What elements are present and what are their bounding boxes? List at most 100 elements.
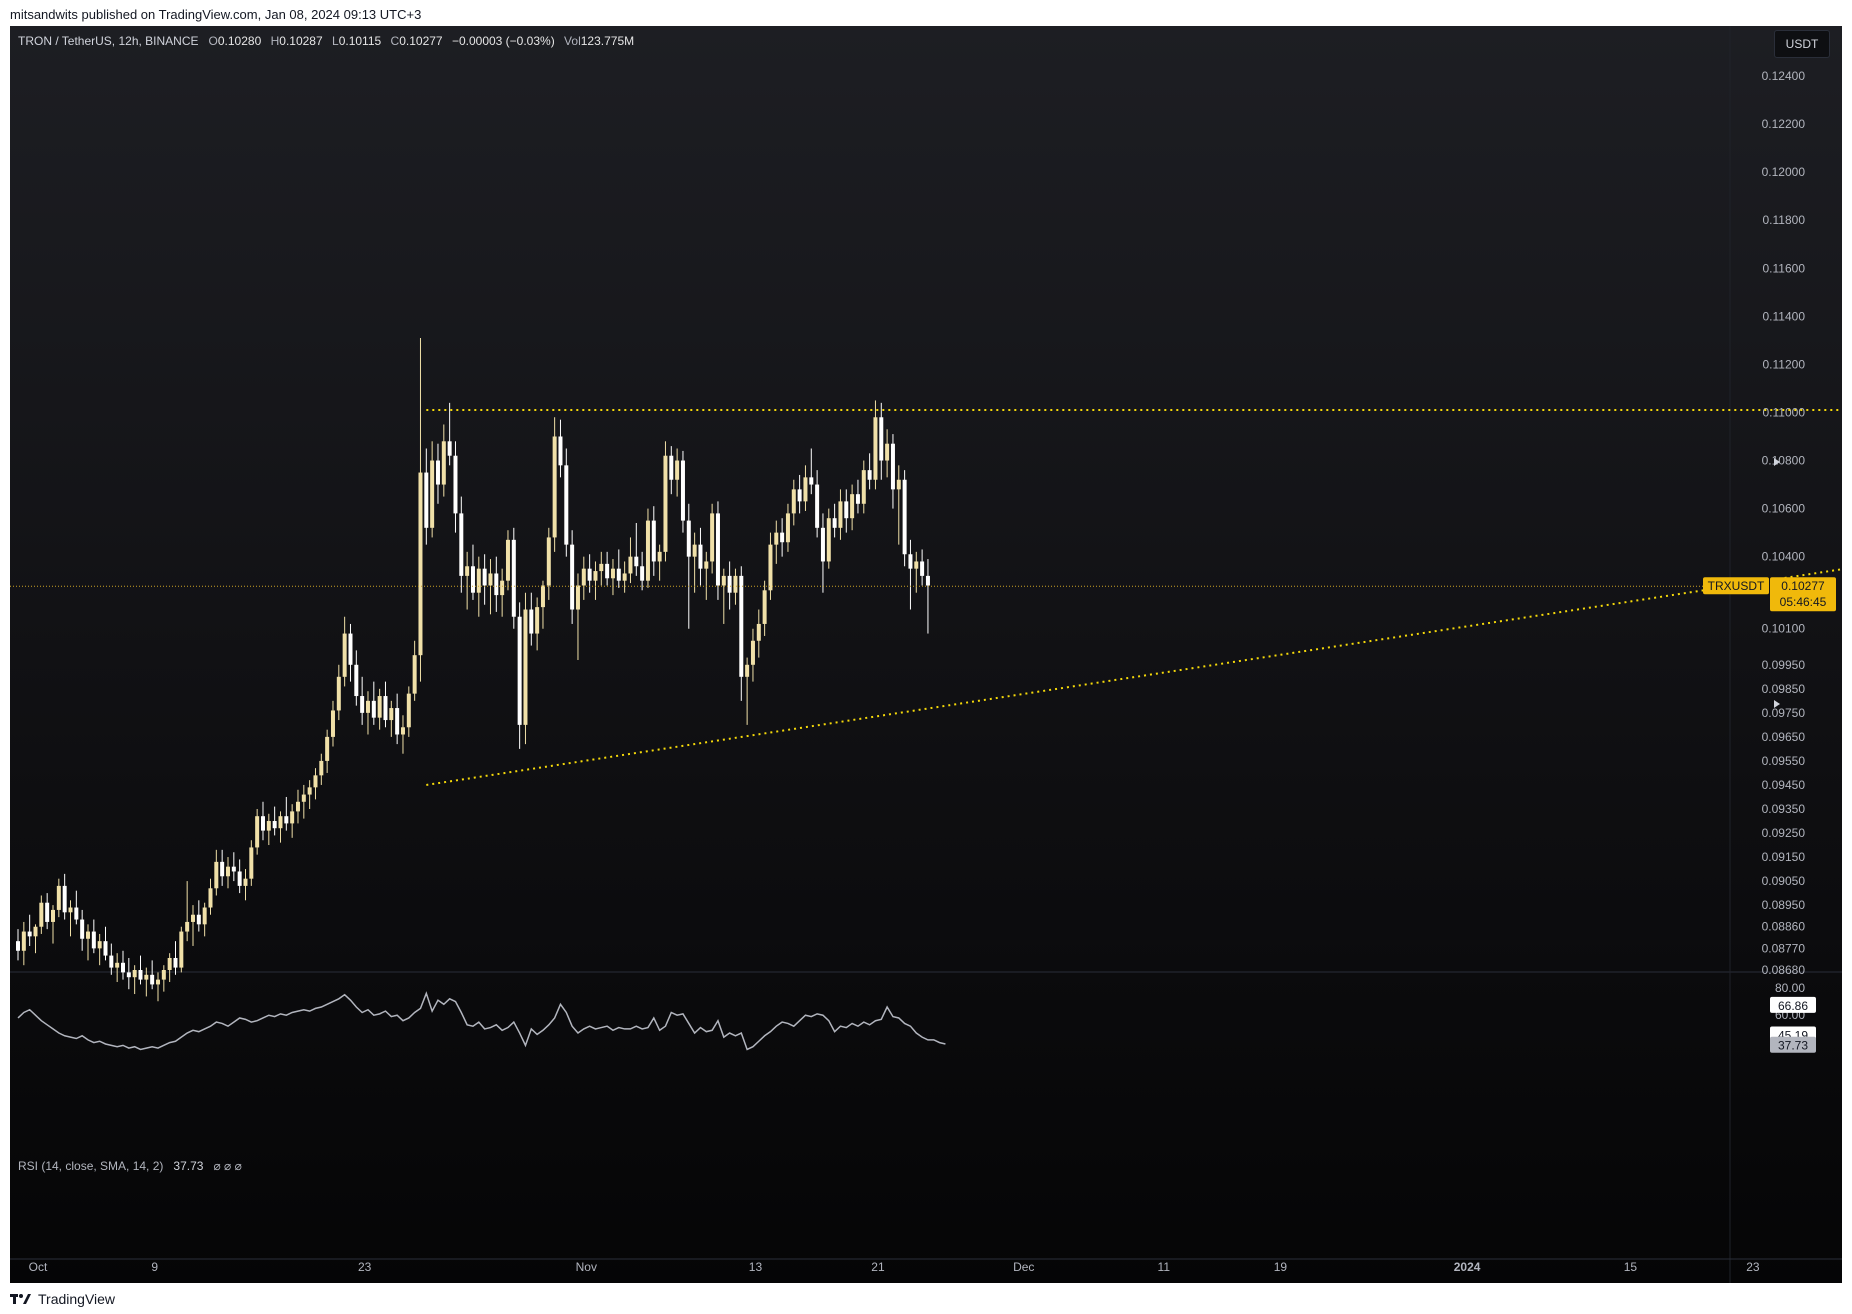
candle-body [669,455,674,480]
candle-body [435,460,440,485]
candle-body [220,861,225,877]
candle-body [115,962,120,968]
candle-body [307,787,312,795]
currency-selector[interactable]: USDT [1774,30,1830,58]
candle-body [167,957,172,970]
candle-body [74,907,79,920]
candle-body [342,633,347,677]
price-axis-label: 0.12000 [1762,165,1806,179]
candle-body [745,664,750,677]
candle-body [202,907,207,925]
candle-body [727,575,732,593]
candle-body [16,941,20,951]
time-axis-label: Nov [576,1260,597,1274]
tradingview-logo-icon [10,1294,31,1304]
candle-body [587,568,592,581]
candle-body [360,696,365,713]
candle-body [640,566,645,581]
volume-value: 123.775M [580,34,635,48]
candle-body [768,544,773,591]
candle-body [494,573,499,596]
footer-brand[interactable]: TradingView [10,1284,115,1314]
candle-body [850,494,855,519]
low-value: 0.10115 [338,34,382,48]
candle-body [710,513,715,562]
rsi-tag-text: 66.86 [1778,999,1808,1013]
candle-body [733,575,738,593]
candle-body [103,941,108,956]
candle-body [150,974,155,985]
candle-body [459,513,464,576]
candle-body [680,460,685,521]
countdown-tag-text: 05:46:45 [1780,595,1827,609]
candle-body [756,623,761,641]
chart-svg[interactable]: 0.12400 0.12200 0.12000 0.11800 0.11600 0.114… [10,26,1842,1283]
candle-body [447,441,452,456]
candle-body [295,801,300,812]
price-axis-label: 0.09650 [1762,730,1806,744]
candle-body [301,794,306,802]
time-axis-label: 13 [749,1260,763,1274]
candle-body [400,727,405,735]
candle-body [406,693,411,728]
open-label: O [208,34,218,48]
candle-body [266,821,271,831]
candle-body [290,811,295,824]
price-axis-label: 0.10800 [1762,454,1806,468]
candle-body [704,561,709,569]
candle-body [803,477,808,502]
candle-body [867,470,872,480]
price-axis-label: 0.10100 [1762,622,1806,636]
candle-body [395,708,400,735]
candle-body [540,585,545,608]
candle-body [844,501,849,519]
time-axis-label: 9 [151,1260,158,1274]
candle-body [249,847,254,879]
candle-body [225,866,230,877]
candle-body [780,532,785,543]
volume-label: Vol [564,34,581,48]
candle-body [692,544,697,557]
price-axis-label: 0.08860 [1762,920,1806,934]
candle-body [190,914,195,922]
candle-body [325,736,330,761]
high-label: H [270,34,280,48]
candle-body [785,513,790,543]
candle-body [39,902,44,927]
time-axis-label: 15 [1624,1260,1638,1274]
candle-body [179,931,184,968]
candle-body [185,921,190,932]
candle-body [237,871,242,886]
rsi-line [17,991,946,1051]
candle-body [645,520,650,581]
low-label: L [332,34,339,48]
candle-body [564,465,569,545]
chart-frame[interactable]: 0.12400 0.12200 0.12000 0.11800 0.11600 0.114… [10,26,1842,1283]
candle-body [826,518,831,562]
price-axis-label: 0.09050 [1762,874,1806,888]
time-axis-label: Oct [29,1260,48,1274]
candle-body [109,955,114,968]
time-axis-label: Dec [1013,1260,1034,1274]
candle-body [126,972,131,978]
price-axis-label: 0.09950 [1762,658,1806,672]
candle-body [657,551,662,562]
candle-body [214,861,219,889]
candle-body [762,590,767,624]
page-root: mitsandwits published on TradingView.com… [0,0,1852,1314]
candle-body [412,655,417,694]
price-axis-label: 0.09250 [1762,826,1806,840]
candle-body [879,417,884,461]
candle-body [243,878,248,886]
candle-body [488,573,493,586]
candle-body [319,760,324,776]
candle-body [739,575,744,677]
candle-body [581,568,586,586]
candle-body [675,460,680,480]
candle-body [365,700,370,713]
rsi-axis-label: 80.00 [1775,981,1805,995]
candle-body [68,907,73,913]
candle-body [890,443,895,490]
candle-body [50,909,55,922]
candle-body [45,902,50,922]
